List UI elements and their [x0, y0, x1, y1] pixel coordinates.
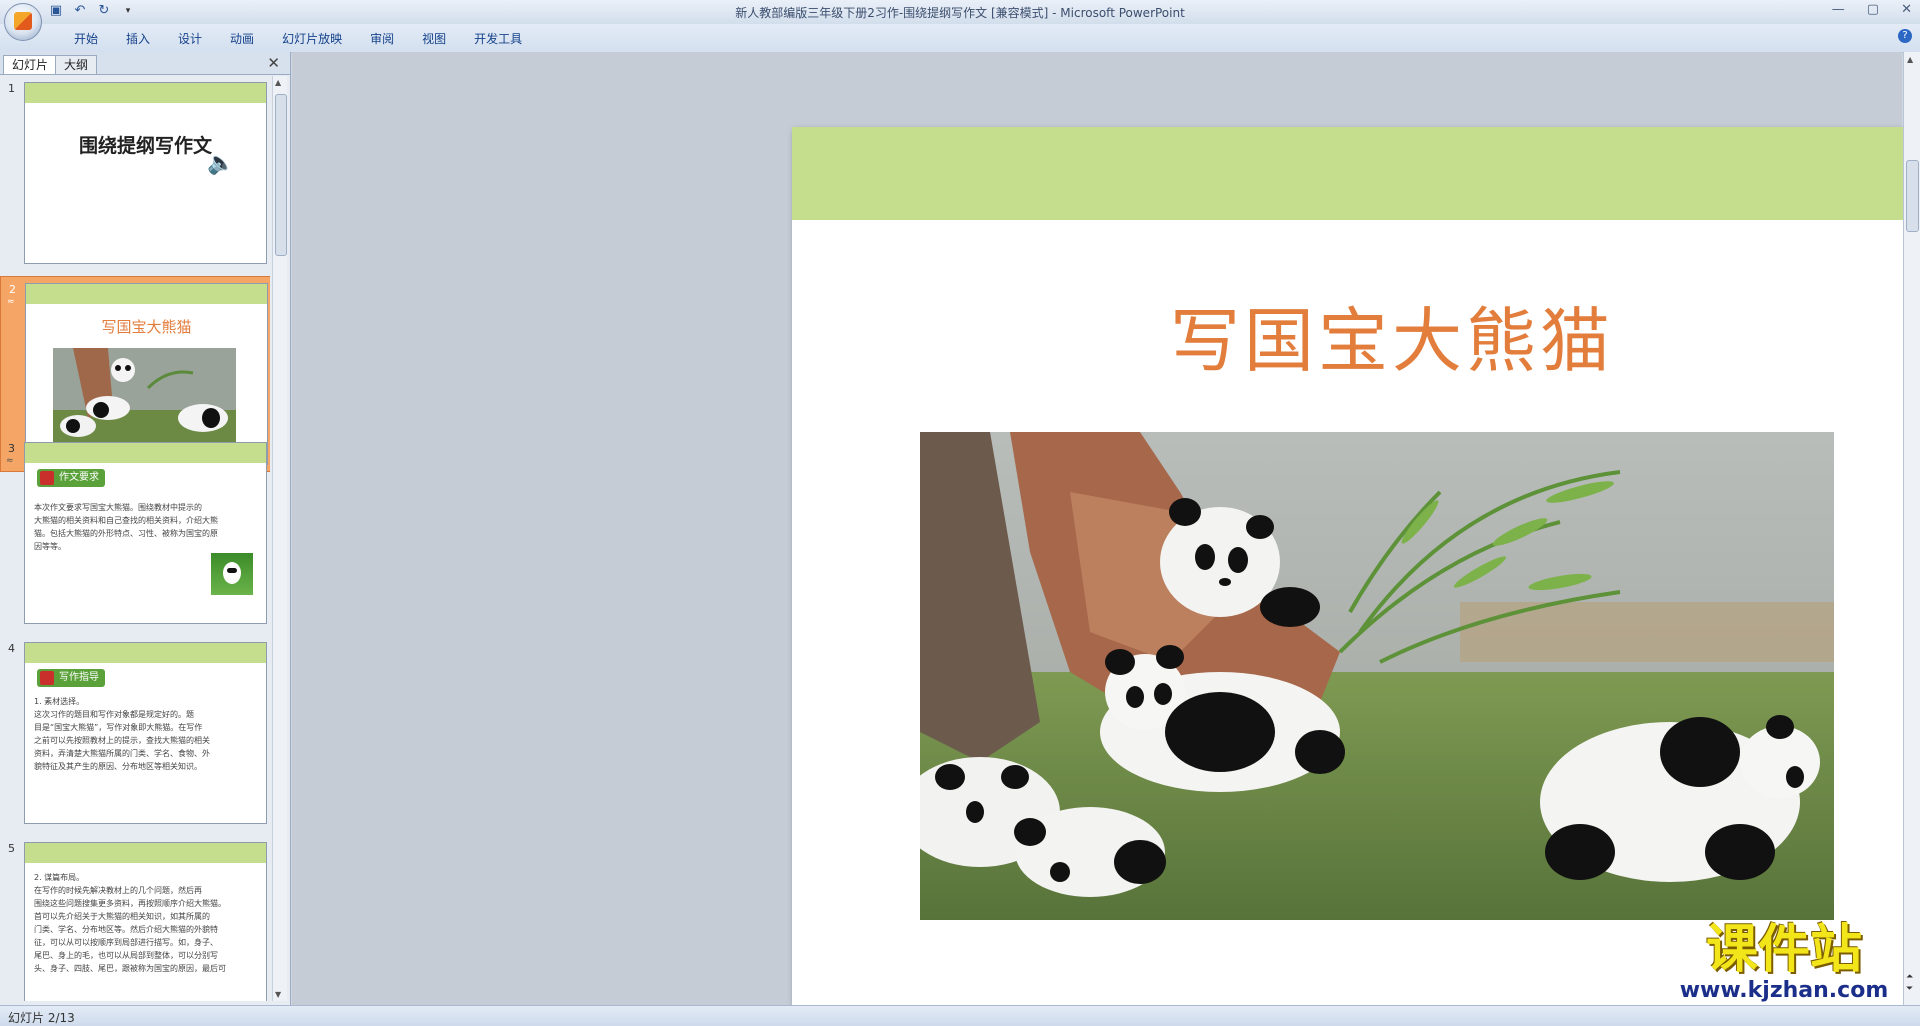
animation-icon: ≈ [6, 456, 14, 466]
ribbon-tabs: 开始 插入 设计 动画 幻灯片放映 审阅 视图 开发工具 [60, 30, 536, 48]
thumb-text-line: 这次习作的题目和写作对象都是规定好的。题 [34, 710, 194, 719]
slide-thumb-3[interactable]: 3 ≈ 作文要求 本次作文要求写国宝大熊猫。围绕教材中提示的 大熊猫的相关资料和… [0, 436, 270, 624]
slide-preview: 作文要求 本次作文要求写国宝大熊猫。围绕教材中提示的 大熊猫的相关资料和自己查找… [24, 442, 267, 624]
scroll-down-icon[interactable]: ▼ [275, 990, 281, 999]
thumb-text-line: 头、身子、四肢、尾巴，跟被称为国宝的原因，最后可 [34, 964, 226, 973]
tab-view[interactable]: 视图 [408, 30, 460, 48]
help-icon[interactable]: ? [1898, 29, 1912, 43]
thumb-text-line: 本次作文要求写国宝大熊猫。围绕教材中提示的 [34, 503, 202, 512]
tab-slides[interactable]: 幻灯片 [3, 55, 58, 74]
thumb-badge: 写作指导 [37, 669, 105, 687]
panel-scrollbar[interactable]: ▲ ▼ [272, 76, 287, 1001]
slide-number: 5 [8, 842, 15, 855]
next-slide-icon[interactable]: ⏷ [1906, 983, 1913, 995]
header-band [792, 127, 1920, 220]
header-band [26, 284, 267, 304]
tab-animations[interactable]: 动画 [216, 30, 268, 48]
thumb-text-line: 因等等。 [34, 542, 66, 551]
thumb-text-line: 大熊猫的相关资料和自己查找的相关资料，介绍大熊 [34, 516, 218, 525]
thumb-text-line: 1. 素材选择。 [34, 697, 85, 706]
panel-tabs: 幻灯片 大纲 ✕ [0, 52, 290, 75]
thumb-text-line: 2. 谋篇布局。 [34, 873, 85, 882]
thumb-text-line: 围绕这些问题搜集更多资料，再按照顺序介绍大熊猫。 [34, 899, 226, 908]
thumb-text-line: 之前可以先按照教材上的提示，查找大熊猫的相关 [34, 736, 210, 745]
thumb-text-line: 目是“国宝大熊猫”，写作对象即大熊猫。在写作 [34, 723, 203, 732]
slide-number: 3 [8, 442, 15, 455]
window-controls: — ▢ ✕ [1832, 2, 1912, 17]
thumb-text-line: 貌特征及其产生的原因、分布地区等相关知识。 [34, 762, 202, 771]
tab-developer[interactable]: 开发工具 [460, 30, 536, 48]
slide-thumb-1[interactable]: 1 围绕提纲写作文 🔈 [0, 76, 270, 271]
ribbon: 开始 插入 设计 动画 幻灯片放映 审阅 视图 开发工具 ? [0, 24, 1920, 53]
scroll-up-icon[interactable]: ▲ [1907, 55, 1913, 64]
panda-photo[interactable] [920, 432, 1834, 920]
panda-photo-illustration [920, 432, 1834, 920]
previous-slide-icon[interactable]: ⏶ [1906, 971, 1913, 983]
tab-outline[interactable]: 大纲 [55, 55, 98, 74]
tab-home[interactable]: 开始 [60, 30, 112, 48]
panda-photo-thumb [53, 348, 236, 445]
watermark-url: www.kjzhan.com [1679, 978, 1889, 1003]
maximize-icon[interactable]: ▢ [1867, 2, 1879, 17]
header-band [25, 443, 266, 463]
slide-title[interactable]: 写国宝大熊猫 [792, 285, 1920, 386]
status-bar: 幻灯片 2/13 [0, 1005, 1920, 1026]
slide-counter: 幻灯片 2/13 [8, 1011, 75, 1025]
tab-review[interactable]: 审阅 [356, 30, 408, 48]
slides-panel: 幻灯片 大纲 ✕ 1 围绕提纲写作文 🔈 2 ≈ 写国宝大熊猫 3 ≈ 作文要求… [0, 52, 291, 1005]
slide-nav-buttons: ⏶ ⏷ [1906, 971, 1913, 995]
editor-scrollbar[interactable]: ▲ ⏶ ⏷ [1903, 52, 1920, 1005]
panda-clipart [211, 553, 253, 595]
slide-number: 4 [8, 642, 15, 655]
header-band [25, 83, 266, 103]
thumb-text-line: 首可以先介绍关于大熊猫的相关知识，如其所属的 [34, 912, 210, 921]
thumb-badge: 作文要求 [37, 469, 105, 487]
tab-design[interactable]: 设计 [164, 30, 216, 48]
slide-preview: 围绕提纲写作文 🔈 [24, 82, 267, 264]
speaker-icon: 🔈 [207, 151, 235, 176]
thumb-text-line: 资料，弄清楚大熊猫所属的门类、学名、食物、外 [34, 749, 210, 758]
thumb-text-line: 征，可以从可以按顺序到局部进行描写。如，身子、 [34, 938, 218, 947]
scroll-thumb[interactable] [275, 94, 287, 256]
current-slide[interactable]: 写国宝大熊猫 [792, 127, 1920, 1025]
scroll-up-icon[interactable]: ▲ [275, 78, 281, 87]
thumb-text-line: 猫。包括大熊猫的外形特点、习性、被称为国宝的原 [34, 529, 218, 538]
slide-preview: 2. 谋篇布局。 在写作的时候先解决教材上的几个问题，然后再 围绕这些问题搜集更… [24, 842, 267, 1001]
watermark-text: 课件站 [1705, 919, 1862, 980]
header-band [25, 843, 266, 863]
watermark-logo: 课件站 www.kjzhan.com [1668, 919, 1900, 1004]
scroll-thumb[interactable] [1906, 160, 1919, 232]
slide-number: 1 [8, 82, 15, 95]
slide-thumbnail-list: 1 围绕提纲写作文 🔈 2 ≈ 写国宝大熊猫 3 ≈ 作文要求 本次作文要求写国… [0, 76, 270, 1001]
thumb-text-line: 尾巴、身上的毛，也可以从局部到整体，可以分别写 [34, 951, 218, 960]
window-title: 新人教部编版三年级下册2习作-围绕提纲写作文 [兼容模式] - Microsof… [735, 6, 1185, 20]
slide-thumb-5[interactable]: 5 2. 谋篇布局。 在写作的时候先解决教材上的几个问题，然后再 围绕这些问题搜… [0, 836, 270, 1001]
close-icon[interactable]: ✕ [1901, 2, 1912, 17]
slide-editor-area: 写国宝大熊猫 [292, 52, 1920, 1025]
header-band [25, 643, 266, 663]
office-button[interactable] [4, 3, 42, 41]
animation-icon: ≈ [7, 297, 15, 307]
office-logo-icon [14, 12, 32, 30]
title-bar: ▣ ↶ ↻ ▾ 新人教部编版三年级下册2习作-围绕提纲写作文 [兼容模式] - … [0, 0, 1920, 41]
close-panel-icon[interactable]: ✕ [267, 54, 280, 72]
slide-thumb-4[interactable]: 4 写作指导 1. 素材选择。 这次习作的题目和写作对象都是规定好的。题 目是“… [0, 636, 270, 826]
tab-insert[interactable]: 插入 [112, 30, 164, 48]
tab-slideshow[interactable]: 幻灯片放映 [268, 30, 356, 48]
thumb-title: 写国宝大熊猫 [101, 318, 192, 336]
thumb-text-line: 在写作的时候先解决教材上的几个问题，然后再 [34, 886, 202, 895]
slide-preview: 写作指导 1. 素材选择。 这次习作的题目和写作对象都是规定好的。题 目是“国宝… [24, 642, 267, 824]
slide-number: 2 [9, 283, 16, 296]
minimize-icon[interactable]: — [1832, 2, 1845, 17]
thumb-text-line: 门类、学名、分布地区等。然后介绍大熊猫的外貌特 [34, 925, 218, 934]
